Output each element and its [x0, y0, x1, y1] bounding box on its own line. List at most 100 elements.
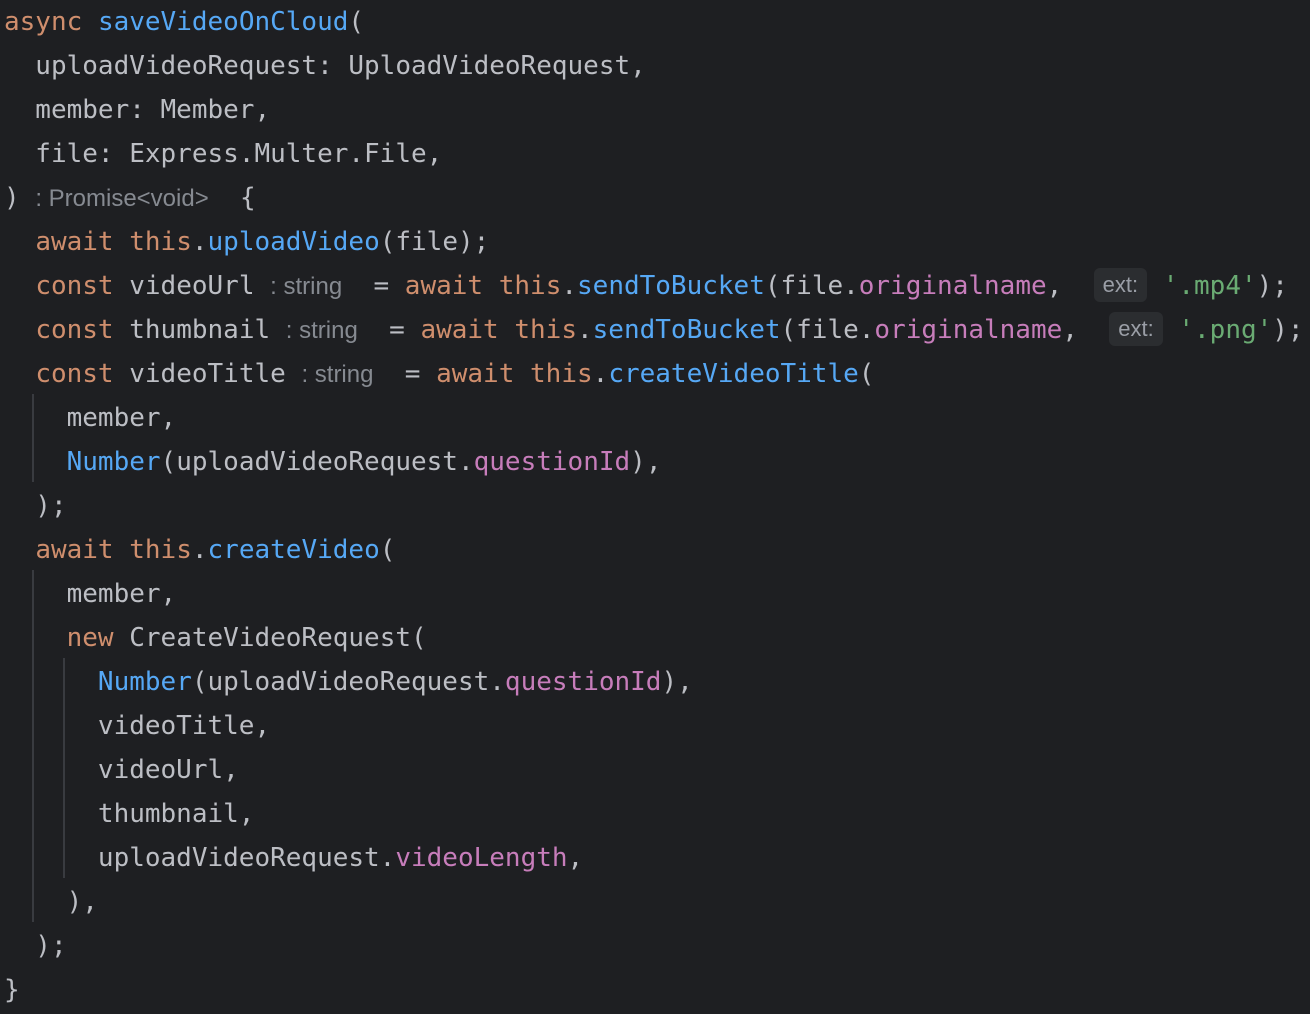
keyword-token: this — [129, 535, 192, 565]
property-token: questionId — [504, 667, 662, 697]
code-line[interactable]: member, — [4, 572, 177, 616]
code-line[interactable]: new CreateVideoRequest( — [4, 616, 427, 660]
code-line[interactable]: await this.createVideo( — [4, 528, 395, 572]
code-line[interactable]: Number(uploadVideoRequest.questionId), — [4, 660, 693, 704]
code-line[interactable]: videoUrl, — [4, 748, 239, 792]
code-token: CreateVideoRequest( — [113, 623, 427, 653]
keyword-token: await — [35, 227, 114, 257]
code-token: = — [373, 359, 437, 389]
code-line[interactable]: uploadVideoRequest.videoLength, — [4, 836, 583, 880]
code-token: videoUrl, — [4, 755, 239, 785]
type-inlay-hint: : string — [301, 361, 374, 388]
property-token: videoLength — [395, 843, 568, 873]
code-token: ); — [1272, 315, 1304, 345]
code-line[interactable]: member, — [4, 396, 177, 440]
code-token: . — [191, 535, 208, 565]
code-token: (file. — [764, 271, 859, 301]
code-token: ( — [858, 359, 875, 389]
code-token: thumbnail — [113, 315, 286, 345]
code-token: ) — [4, 183, 36, 213]
code-line[interactable]: const thumbnail : string = await this.se… — [4, 308, 1304, 352]
code-line[interactable]: } — [4, 968, 20, 1012]
keyword-token: this — [530, 359, 593, 389]
code-token: { — [208, 183, 256, 213]
code-line[interactable]: ) : Promise<void> { — [4, 176, 256, 220]
code-token: thumbnail, — [4, 799, 255, 829]
code-token: . — [592, 359, 609, 389]
code-token: videoTitle, — [4, 711, 271, 741]
function-token: createVideo — [207, 535, 380, 565]
keyword-token: const — [35, 359, 114, 389]
property-token: originalname — [874, 315, 1063, 345]
code-line[interactable]: const videoUrl : string = await this.sen… — [4, 264, 1288, 308]
code-token: uploadVideoRequest: UploadVideoRequest, — [4, 51, 646, 81]
keyword-token: this — [514, 315, 577, 345]
code-token: member, — [4, 579, 177, 609]
code-line[interactable]: file: Express.Multer.File, — [4, 132, 442, 176]
code-line[interactable]: ); — [4, 484, 67, 528]
code-line[interactable]: uploadVideoRequest: UploadVideoRequest, — [4, 44, 646, 88]
code-token: (file); — [379, 227, 490, 257]
code-token: . — [577, 315, 593, 345]
function-token: sendToBucket — [577, 271, 765, 301]
code-token: , — [1062, 315, 1110, 345]
code-line[interactable]: ), — [4, 880, 98, 924]
code-line[interactable]: const videoTitle : string = await this.c… — [4, 352, 874, 396]
code-line[interactable]: videoTitle, — [4, 704, 270, 748]
code-token: ); — [4, 491, 67, 521]
code-line[interactable]: member: Member, — [4, 88, 270, 132]
keyword-token: await — [404, 271, 484, 301]
code-line[interactable]: await this.uploadVideo(file); — [4, 220, 489, 264]
code-line[interactable]: async saveVideoOnCloud( — [4, 0, 364, 44]
code-line[interactable]: ); — [4, 924, 66, 968]
property-token: questionId — [473, 447, 631, 477]
keyword-token: this — [129, 227, 192, 257]
code-token: . — [561, 271, 578, 301]
keyword-token: const — [35, 271, 114, 301]
code-line[interactable]: Number(uploadVideoRequest.questionId), — [4, 440, 662, 484]
code-token: ); — [1256, 271, 1288, 301]
property-token: originalname — [858, 271, 1047, 301]
type-inlay-hint: : string — [270, 273, 343, 300]
code-token: ( — [348, 7, 365, 37]
keyword-token: await — [420, 315, 499, 345]
code-token: , — [1046, 271, 1094, 301]
code-token: ), — [630, 447, 662, 477]
keyword-token: async — [4, 7, 83, 37]
parameter-inlay-hint: ext: — [1109, 312, 1163, 346]
code-editor[interactable]: async saveVideoOnCloud( uploadVideoReque… — [0, 0, 1310, 1014]
code-token: file: Express.Multer.File, — [4, 139, 443, 169]
code-token: ), — [4, 887, 98, 917]
code-token: videoTitle — [113, 359, 302, 389]
string-token: '.png' — [1178, 315, 1273, 345]
code-token: (uploadVideoRequest. — [191, 667, 505, 697]
function-token: sendToBucket — [592, 315, 781, 345]
code-token: ), — [661, 667, 693, 697]
type-inlay-hint: : Promise<void> — [35, 185, 209, 212]
code-token: } — [4, 975, 20, 1005]
code-token: = — [357, 315, 421, 345]
function-token: Number — [97, 667, 192, 697]
string-token: '.mp4' — [1162, 271, 1257, 301]
code-token: member, — [4, 403, 177, 433]
code-token: . — [191, 227, 208, 257]
function-token: uploadVideo — [207, 227, 380, 257]
keyword-token: new — [66, 623, 114, 653]
code-line[interactable]: thumbnail, — [4, 792, 255, 836]
code-token: member: Member, — [4, 95, 271, 125]
code-token: ( — [379, 535, 396, 565]
code-token: (file. — [780, 315, 875, 345]
